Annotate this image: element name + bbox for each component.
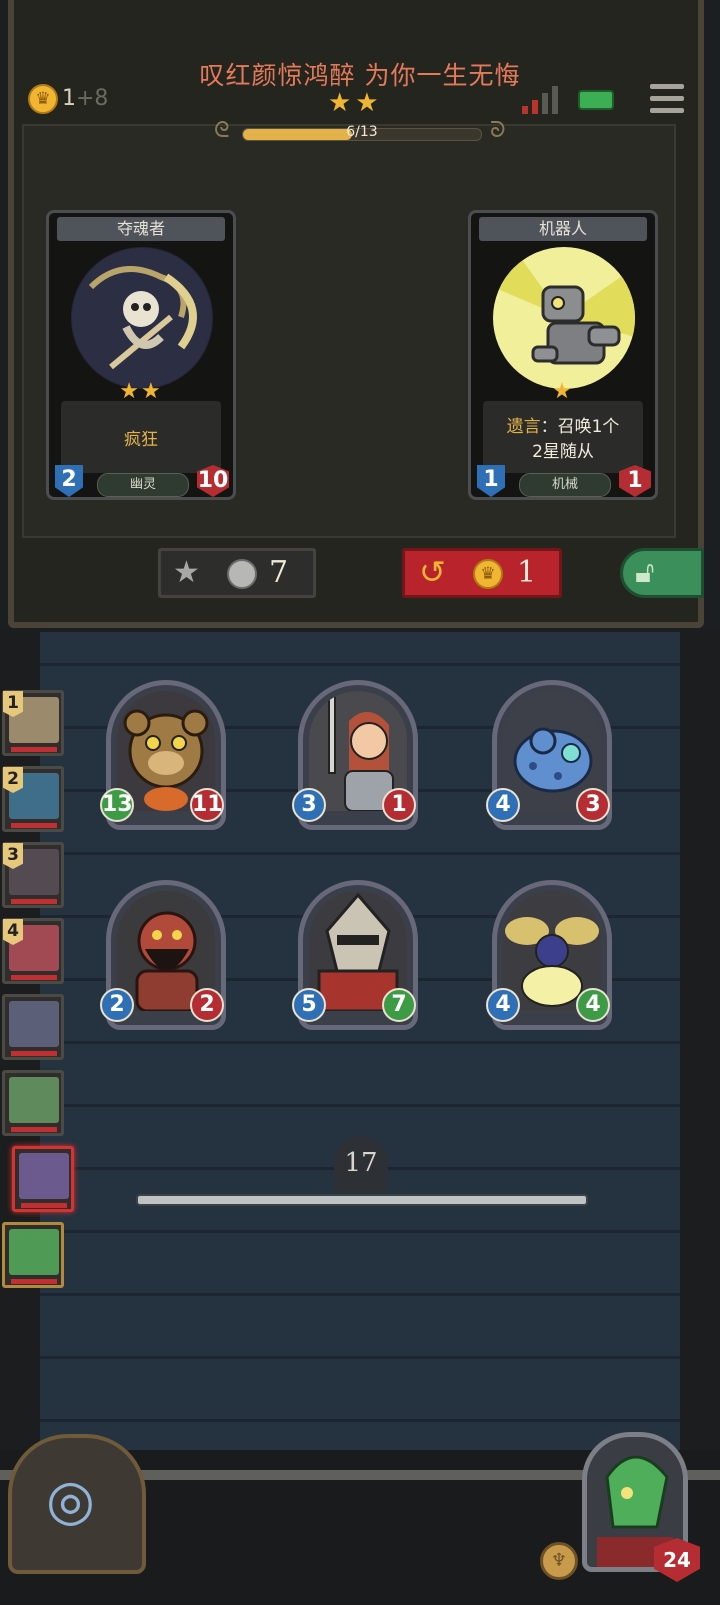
card-desc-line2: 2星随从 bbox=[532, 442, 594, 462]
player-name: 叹红颜惊鸿醉 为你一生无悔 bbox=[199, 61, 521, 90]
player-rank-3[interactable]: 3 bbox=[2, 842, 64, 908]
player-hp-bar bbox=[11, 975, 57, 980]
signal-icon bbox=[522, 84, 558, 114]
card-keyword: 遗言 bbox=[506, 417, 541, 437]
card-health: 1 bbox=[619, 465, 651, 497]
player-hp-bar bbox=[11, 1127, 57, 1132]
card-tribe: 机械 bbox=[519, 473, 611, 497]
tier-stars: ★★ bbox=[328, 88, 383, 118]
minion-health: 1 bbox=[382, 788, 416, 822]
tier-progress-text: 6/13 bbox=[346, 124, 378, 140]
player-avatar bbox=[9, 1001, 59, 1047]
card-attack: 1 bbox=[477, 465, 505, 497]
player-rank-4[interactable]: 4 bbox=[2, 918, 64, 984]
card-name: 夺魂者 bbox=[57, 217, 225, 241]
rank-number: 3 bbox=[3, 843, 23, 869]
player-avatar bbox=[9, 1077, 59, 1123]
minion-attack: 5 bbox=[292, 988, 326, 1022]
ornament-left-icon: ᘓ bbox=[214, 118, 230, 143]
hero-power-button[interactable]: ♆ bbox=[540, 1542, 578, 1580]
robot-art bbox=[493, 247, 635, 389]
right-wall bbox=[680, 630, 720, 1510]
card-description: 遗言：召唤1个 2星随从 bbox=[483, 401, 643, 473]
ornament-right-icon: ᘐ bbox=[490, 118, 506, 143]
card-health: 10 bbox=[197, 465, 229, 497]
minion-health: 11 bbox=[190, 788, 224, 822]
player-rank-8-self[interactable] bbox=[2, 1222, 64, 1288]
minion-attack: 4 bbox=[486, 988, 520, 1022]
minion-health: 4 bbox=[576, 988, 610, 1022]
card-keyword: 疯狂 bbox=[124, 429, 158, 450]
soul-reaper-art bbox=[71, 247, 213, 389]
card-name: 机器人 bbox=[479, 217, 647, 241]
refresh-icon: ↺ bbox=[419, 553, 446, 591]
unlock-icon: 🔓︎ bbox=[635, 555, 655, 590]
menu-button[interactable] bbox=[650, 82, 684, 116]
rank-number: 4 bbox=[3, 919, 23, 945]
mirror-icon: ◎ bbox=[46, 1468, 95, 1533]
card-attack: 2 bbox=[55, 465, 83, 497]
minion-attack: 2 bbox=[100, 988, 134, 1022]
card-tribe: 幽灵 bbox=[97, 473, 189, 497]
shop-card-robot[interactable]: 机器人 ★ 遗言：召唤1个 2星随从 1 机械 1 bbox=[468, 210, 658, 500]
player-hp-bar bbox=[11, 823, 57, 828]
player-rank-2[interactable]: 2 bbox=[2, 766, 64, 832]
silver-coin-icon bbox=[227, 559, 257, 589]
player-avatar bbox=[9, 1229, 59, 1275]
minion-attack: 13 bbox=[100, 788, 134, 822]
player-rank-5[interactable] bbox=[2, 994, 64, 1060]
shop-card-soul-reaper[interactable]: 夺魂者 ★★ 疯狂 2 幽灵 10 bbox=[46, 210, 236, 500]
player-hp-bar bbox=[11, 1051, 57, 1056]
star-up-icon: ★ bbox=[173, 555, 200, 590]
player-rank-1[interactable]: 1 bbox=[2, 690, 64, 756]
rank-number: 1 bbox=[3, 691, 23, 717]
minion-health: 2 bbox=[190, 988, 224, 1022]
refresh-cost: 1 bbox=[517, 555, 537, 590]
player-rank-6[interactable] bbox=[2, 1070, 64, 1136]
gold-coin-icon: ♛ bbox=[473, 559, 503, 589]
card-description: 疯狂 bbox=[61, 401, 221, 473]
player-avatar bbox=[19, 1153, 69, 1199]
player-hp-bar bbox=[11, 899, 57, 904]
card-desc-line1: ：召唤1个 bbox=[540, 417, 620, 437]
minion-health: 7 bbox=[382, 988, 416, 1022]
minion-health: 3 bbox=[576, 788, 610, 822]
player-rank-7-opponent[interactable] bbox=[12, 1146, 74, 1212]
upgrade-tavern-button[interactable]: ★ 7 bbox=[158, 548, 316, 598]
minion-attack: 4 bbox=[486, 788, 520, 822]
rank-number: 2 bbox=[3, 767, 23, 793]
refresh-shop-button[interactable]: ↺ ♛ 1 bbox=[402, 548, 562, 598]
turn-timer: 17 bbox=[334, 1136, 388, 1192]
tier-progress-bar: 6/13 bbox=[242, 124, 482, 141]
player-hp-bar bbox=[11, 747, 57, 752]
map-button[interactable]: ◎ bbox=[8, 1434, 146, 1574]
minion-attack: 3 bbox=[292, 788, 326, 822]
player-hp-bar bbox=[21, 1203, 67, 1208]
battery-icon bbox=[578, 90, 614, 110]
upgrade-cost: 7 bbox=[269, 555, 289, 590]
player-hp-bar bbox=[11, 1279, 57, 1284]
lock-shop-button[interactable]: 🔓︎ bbox=[620, 548, 704, 598]
turn-timer-bar bbox=[136, 1194, 588, 1206]
